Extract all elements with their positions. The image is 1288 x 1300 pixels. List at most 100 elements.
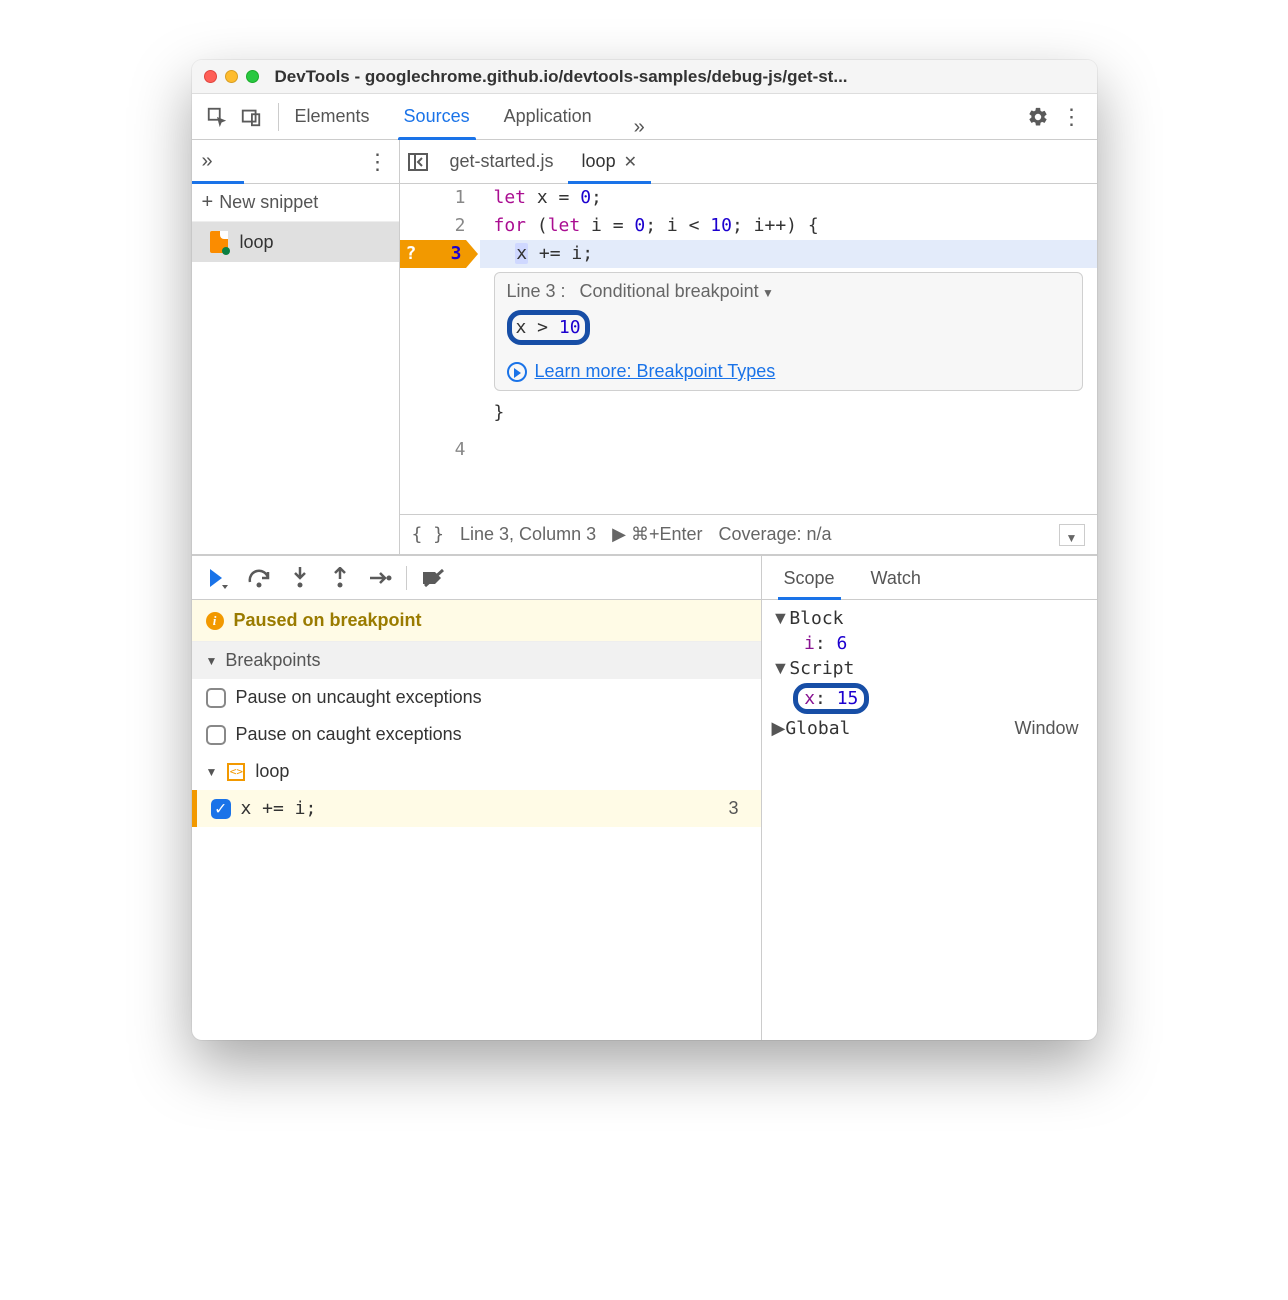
breakpoint-condition-box: Line 3 : Conditional breakpoint x > 10: [494, 272, 1083, 391]
close-window-button[interactable]: [204, 70, 217, 83]
scope-var-x: x: 15: [772, 681, 1087, 716]
snippet-file-icon: [210, 231, 228, 253]
new-snippet-button[interactable]: + New snippet: [192, 184, 399, 222]
checkbox-checked[interactable]: ✓: [211, 799, 231, 819]
chevron-down-icon: ▼: [206, 765, 218, 779]
inspect-element-icon[interactable]: [200, 100, 234, 134]
tab-watch[interactable]: Watch: [865, 568, 927, 599]
code-line-current: x += i;: [480, 240, 1097, 268]
tab-elements[interactable]: Elements: [289, 94, 376, 139]
breakpoint-file-row[interactable]: ▼ <> loop: [192, 753, 761, 790]
breakpoints-title: Breakpoints: [225, 650, 320, 671]
expand-navigator-icon[interactable]: »: [202, 150, 213, 173]
paused-label: Paused on breakpoint: [234, 610, 422, 631]
scope-pane: Scope Watch ▼Block i: 6 ▼Script x: 15 ▶G…: [762, 556, 1097, 1040]
gutter-breakpoint-marker[interactable]: ? 3: [400, 240, 466, 268]
scope-block[interactable]: ▼Block: [772, 606, 1087, 631]
gutter: 1 2 ? 3 4: [400, 184, 480, 514]
editor-pane: get-started.js loop ✕ 1 2 ? 3: [400, 140, 1097, 554]
minimize-window-button[interactable]: [225, 70, 238, 83]
toggle-navigator-icon[interactable]: [400, 153, 436, 171]
coverage-status: Coverage: n/a: [719, 524, 832, 545]
divider: [406, 566, 407, 590]
annotation-highlight: x > 10: [507, 310, 590, 345]
bp-expression[interactable]: x > 10: [516, 317, 581, 338]
resume-icon[interactable]: [206, 564, 234, 592]
checkbox-unchecked[interactable]: [206, 725, 226, 745]
editor-tab-label: get-started.js: [450, 151, 554, 172]
settings-icon[interactable]: [1021, 100, 1055, 134]
breakpoints-header[interactable]: ▼ Breakpoints: [192, 642, 761, 679]
step-out-icon[interactable]: [326, 564, 354, 592]
gutter-line[interactable]: 2: [400, 212, 466, 240]
editor-tab-label: loop: [582, 151, 616, 172]
pretty-print-icon[interactable]: { }: [412, 524, 445, 545]
chevron-down-icon: ▼: [206, 654, 218, 668]
device-toolbar-icon[interactable]: [234, 100, 268, 134]
debugger-pane: i Paused on breakpoint ▼ Breakpoints Pau…: [192, 556, 762, 1040]
arrow-right-circle-icon: [507, 362, 527, 382]
navigator-pane: » ⋮ + New snippet loop: [192, 140, 400, 554]
gutter-line-number: 3: [451, 240, 466, 268]
snippet-item-label: loop: [240, 232, 274, 253]
step-into-icon[interactable]: [286, 564, 314, 592]
new-snippet-label: New snippet: [219, 192, 318, 213]
bp-line-label: Line 3 :: [507, 281, 566, 302]
tab-application[interactable]: Application: [498, 94, 598, 139]
editor-tab-get-started[interactable]: get-started.js: [436, 140, 568, 183]
cursor-position: Line 3, Column 3: [460, 524, 596, 545]
paused-banner: i Paused on breakpoint: [192, 600, 761, 642]
breakpoints-section: ▼ Breakpoints Pause on uncaught exceptio…: [192, 642, 761, 827]
zoom-window-button[interactable]: [246, 70, 259, 83]
step-icon[interactable]: [366, 564, 394, 592]
code-editor[interactable]: 1 2 ? 3 4 let x = 0; for (let: [400, 184, 1097, 514]
scope-global-value: Window: [1014, 718, 1086, 739]
option-label: Pause on caught exceptions: [236, 724, 462, 745]
navigator-header: » ⋮: [192, 140, 399, 184]
debugger-toolbar: [192, 556, 761, 600]
breakpoint-file-name: loop: [255, 761, 289, 782]
code-line: for (let i = 0; i < 10; i++) {: [480, 212, 1097, 240]
breakpoint-line-number: 3: [728, 798, 746, 819]
run-hint: ▶ ⌘+Enter: [612, 524, 702, 545]
snippet-item-loop[interactable]: loop: [192, 222, 399, 262]
code-line: let x = 0;: [480, 184, 1097, 212]
breakpoint-line-row[interactable]: ✓ x += i; 3: [192, 790, 761, 827]
editor-tab-loop[interactable]: loop ✕: [568, 140, 651, 183]
devtools-window: DevTools - googlechrome.github.io/devtoo…: [192, 60, 1097, 1040]
pause-uncaught-row[interactable]: Pause on uncaught exceptions: [192, 679, 761, 716]
pause-caught-row[interactable]: Pause on caught exceptions: [192, 716, 761, 753]
scope-global[interactable]: ▶GlobalWindow: [772, 716, 1087, 741]
annotation-highlight: x: 15: [793, 683, 869, 714]
editor-statusbar: { } Line 3, Column 3 ▶ ⌘+Enter Coverage:…: [400, 514, 1097, 554]
panel-tabs: Elements Sources Application »: [289, 94, 645, 139]
window-title: DevTools - googlechrome.github.io/devtoo…: [275, 67, 1085, 87]
tab-sources[interactable]: Sources: [398, 94, 476, 139]
close-tab-icon[interactable]: ✕: [624, 152, 637, 172]
code-line: }: [480, 399, 1097, 427]
titlebar: DevTools - googlechrome.github.io/devtoo…: [192, 60, 1097, 94]
main-toolbar: Elements Sources Application » ⋮: [192, 94, 1097, 140]
window-controls: [204, 70, 259, 83]
learn-more-link[interactable]: Learn more: Breakpoint Types: [535, 361, 776, 382]
checkbox-unchecked[interactable]: [206, 688, 226, 708]
gutter-line[interactable]: 1: [400, 184, 466, 212]
gutter-line[interactable]: 4: [400, 436, 466, 464]
tab-scope[interactable]: Scope: [778, 568, 841, 599]
conditional-marker: ?: [406, 240, 417, 268]
bp-type-dropdown[interactable]: Conditional breakpoint: [580, 281, 774, 302]
toggle-drawer-icon[interactable]: ▼: [1059, 524, 1085, 546]
plus-icon: +: [202, 191, 214, 214]
scope-script[interactable]: ▼Script: [772, 656, 1087, 681]
scope-watch-tabs: Scope Watch: [762, 556, 1097, 600]
info-icon: i: [206, 612, 224, 630]
divider: [278, 103, 279, 131]
step-over-icon[interactable]: [246, 564, 274, 592]
kebab-menu-icon[interactable]: ⋮: [1055, 100, 1089, 134]
navigator-menu-icon[interactable]: ⋮: [367, 149, 389, 175]
option-label: Pause on uncaught exceptions: [236, 687, 482, 708]
deactivate-breakpoints-icon[interactable]: [419, 564, 447, 592]
code-body: let x = 0; for (let i = 0; i < 10; i++) …: [480, 184, 1097, 514]
more-tabs-icon[interactable]: »: [634, 116, 645, 139]
scope-body: ▼Block i: 6 ▼Script x: 15 ▶GlobalWindow: [762, 600, 1097, 747]
